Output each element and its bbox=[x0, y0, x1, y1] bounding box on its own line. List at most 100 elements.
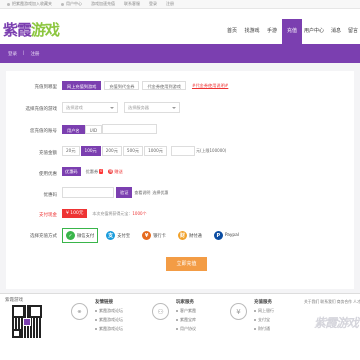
footer-link-1-label: 紫霞游戏论坛 bbox=[99, 308, 123, 313]
footer-recharge-3[interactable]: 财付通 bbox=[254, 326, 274, 332]
login-strip: 登录 | 注册 bbox=[0, 44, 360, 63]
coupon-row: 验证 查看说明 选择优惠 bbox=[62, 187, 168, 198]
footer-player-title: 玩家服务 bbox=[176, 300, 194, 305]
bullet-icon bbox=[95, 310, 97, 312]
strip-register-link[interactable]: 注册 bbox=[31, 51, 40, 57]
amount-limit-hint: 元(上限100000) bbox=[195, 148, 227, 153]
footer-player-1[interactable]: 客户紫霞 bbox=[176, 308, 196, 314]
bullet-icon bbox=[254, 328, 256, 330]
bullet-icon bbox=[254, 319, 256, 321]
chevron-down-icon bbox=[172, 106, 176, 109]
accelerate-link[interactable]: 游戏加速充值 bbox=[91, 1, 115, 7]
nav-home[interactable]: 首页 bbox=[222, 19, 242, 44]
footer-player-3[interactable]: 用户协议 bbox=[176, 326, 196, 332]
coupon-help-link[interactable]: 查看说明 bbox=[134, 190, 150, 196]
server-select-value: 选择服务器 bbox=[128, 104, 149, 110]
footer-recharge-title: 充值服务 bbox=[254, 300, 272, 305]
footer-player-2[interactable]: 紫霞宝库 bbox=[176, 317, 196, 323]
footer-link-2[interactable]: 紫霞游戏论坛 bbox=[95, 317, 123, 323]
pay-bank[interactable]: ¥ 银行卡 bbox=[138, 228, 170, 243]
amount-20[interactable]: 20元 bbox=[62, 146, 80, 156]
method-label: 选择充值方式 bbox=[30, 234, 57, 239]
tab-recharge-to-game[interactable]: 网上充值到游戏 bbox=[62, 81, 102, 90]
pay-cash-label: 支付现金 bbox=[39, 213, 57, 218]
wechat-icon: ✓ bbox=[66, 231, 75, 240]
payment-methods: ✓ 微信支付 支支付宝 ¥ 银行卡 财财付通 P Paypal bbox=[62, 228, 243, 243]
choose-coupon-link[interactable]: 选择优惠 bbox=[152, 190, 168, 196]
amount-1000[interactable]: 1000元 bbox=[144, 146, 167, 156]
top-register-link[interactable]: 注册 bbox=[166, 1, 174, 7]
pay-wechat[interactable]: ✓ 微信支付 bbox=[62, 228, 99, 243]
verify-button[interactable]: 验证 bbox=[116, 187, 133, 198]
support-link[interactable]: 联系客服 bbox=[124, 1, 140, 7]
chevron-down-icon bbox=[110, 106, 114, 109]
nav-guestbook[interactable]: 留言 bbox=[346, 19, 360, 44]
tab-coupon[interactable]: 优惠券 0 bbox=[83, 167, 107, 176]
tab-coupon-code-label: 优惠码 bbox=[65, 169, 78, 174]
account-row: 用户名 UID bbox=[62, 124, 158, 134]
coupon-input[interactable] bbox=[62, 187, 114, 198]
tab-recharge-to-voucher[interactable]: 充值到代金券 bbox=[104, 81, 140, 90]
qr-corner bbox=[12, 329, 21, 338]
user-center-link[interactable]: 用户中心 bbox=[61, 1, 82, 7]
footer-link-3[interactable]: 紫霞游戏论坛 bbox=[95, 326, 123, 332]
bookmark-link[interactable]: 把紫霞游戏加入收藏夹 bbox=[7, 1, 52, 7]
pay-paypal-label: Paypal bbox=[224, 233, 239, 238]
pay-tenpay[interactable]: 财财付通 bbox=[173, 228, 206, 243]
gift-icon: 赠 bbox=[108, 169, 114, 174]
strip-login-link[interactable]: 登录 bbox=[8, 51, 17, 57]
pay-wechat-label: 微信支付 bbox=[77, 233, 95, 239]
top-login-label: 登录 bbox=[149, 1, 157, 6]
game-label: 选择充值的游戏 bbox=[25, 107, 58, 112]
pay-note-value: 1000个 bbox=[132, 210, 147, 216]
pay-alipay-label: 支付宝 bbox=[117, 233, 131, 239]
footer-player-1-label: 客户紫霞 bbox=[180, 308, 196, 313]
footer-recharge-1-label: 网上银行 bbox=[258, 308, 274, 313]
tab-voucher-to-game[interactable]: 代金券使用到游戏 bbox=[142, 81, 186, 90]
nav-user-center[interactable]: 用户中心 bbox=[302, 19, 326, 44]
star-icon bbox=[7, 2, 10, 6]
gift-tag-label: 赠送 bbox=[114, 168, 123, 174]
user-center-label: 用户中心 bbox=[66, 1, 82, 6]
tab-uid[interactable]: UID bbox=[84, 124, 103, 134]
footer-link-3-label: 紫霞游戏论坛 bbox=[99, 326, 123, 331]
custom-amount-input[interactable] bbox=[170, 146, 195, 156]
nav-mobile[interactable]: 手游 bbox=[262, 19, 282, 44]
game-select[interactable]: 选择游戏 bbox=[62, 102, 118, 113]
amount-200[interactable]: 200元 bbox=[101, 146, 122, 156]
bank-icon: ¥ bbox=[142, 231, 152, 240]
discount-row: 优惠码 优惠券 0 赠赠送 bbox=[62, 167, 123, 176]
main-nav: 首页 找游戏 手游 充值 用户中心 消息 留言 bbox=[222, 19, 360, 44]
footer-qr-block: 紫霞游戏 bbox=[5, 294, 42, 360]
pay-cash-row: ¥ 100元 本次充值将获得元宝：1000个 bbox=[62, 209, 147, 218]
top-login-link[interactable]: 登录 bbox=[149, 1, 157, 7]
amount-100[interactable]: 100元 bbox=[80, 146, 101, 156]
site-footer: 紫霞游戏 ⚭ 友情链接 紫霞游戏论坛 紫霞游戏论坛 紫霞游戏论坛 ⚇ 玩家服务 … bbox=[0, 293, 360, 360]
submit-recharge-button[interactable]: 立即充值 bbox=[166, 257, 207, 271]
nav-messages[interactable]: 消息 bbox=[326, 19, 346, 44]
site-logo[interactable]: 紫霞游戏 bbox=[3, 19, 60, 40]
footer-recharge-1[interactable]: 网上银行 bbox=[254, 308, 274, 314]
logo-text-part1: 紫霞 bbox=[3, 21, 32, 39]
recharge-form: 充值到哪里 网上充值到游戏 充值到代金券 代金券使用到游戏 #代金券使用说明# … bbox=[6, 71, 354, 289]
pay-paypal[interactable]: P Paypal bbox=[209, 228, 243, 243]
bullet-icon bbox=[176, 310, 178, 312]
link-icon: ⚭ bbox=[71, 303, 88, 320]
amount-500[interactable]: 500元 bbox=[122, 146, 144, 156]
accelerate-label: 游戏加速充值 bbox=[91, 1, 115, 6]
nav-recharge[interactable]: 充值 bbox=[282, 19, 302, 44]
tab-username[interactable]: 用户名 bbox=[62, 124, 85, 134]
pay-alipay[interactable]: 支支付宝 bbox=[102, 228, 135, 243]
server-select[interactable]: 选择服务器 bbox=[124, 102, 180, 113]
gift-tag: 赠赠送 bbox=[108, 168, 123, 175]
voucher-help-link[interactable]: #代金券使用说明# bbox=[192, 83, 228, 89]
account-input[interactable] bbox=[102, 124, 158, 134]
game-selects: 选择游戏 选择服务器 bbox=[62, 102, 180, 113]
tab-coupon-code[interactable]: 优惠码 bbox=[62, 167, 81, 176]
footer-recharge-block: 充值服务 网上银行 支付宝 财付通 bbox=[254, 299, 274, 360]
nav-find-game[interactable]: 找游戏 bbox=[242, 19, 262, 44]
footer-recharge-3-label: 财付通 bbox=[258, 326, 270, 331]
footer-recharge-2[interactable]: 支付宝 bbox=[254, 317, 274, 323]
footer-player-block: 玩家服务 客户紫霞 紫霞宝库 用户协议 bbox=[176, 299, 196, 360]
footer-link-1[interactable]: 紫霞游戏论坛 bbox=[95, 308, 123, 314]
